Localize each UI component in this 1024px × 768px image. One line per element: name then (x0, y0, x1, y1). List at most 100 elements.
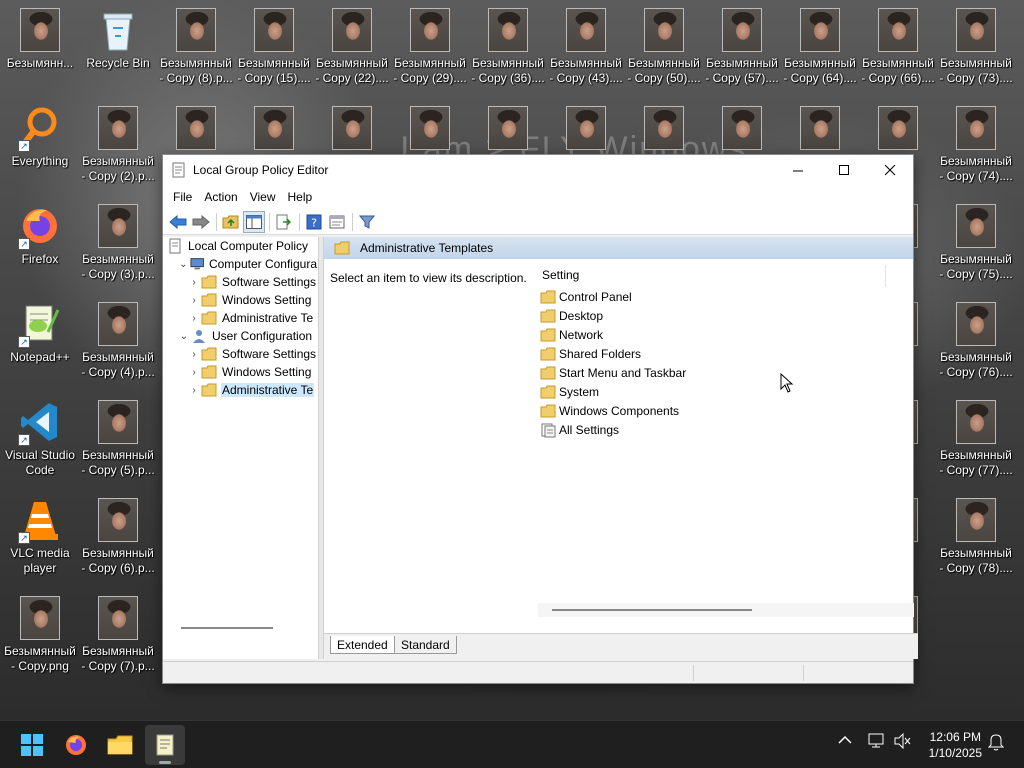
desktop-icon-image-file[interactable]: Безымянный - Copy (75).... (938, 198, 1014, 290)
menu-action[interactable]: Action (198, 190, 243, 204)
settings-list-item[interactable]: Shared Folders (538, 344, 914, 363)
clock[interactable]: 12:06 PM 1/10/2025 (929, 729, 982, 761)
chevron-right-icon[interactable]: › (187, 293, 201, 307)
desktop-icon-vlc[interactable]: ↗ VLC media player (2, 492, 78, 584)
desktop-icon-image-file[interactable]: Безымянный - Copy (66).... (860, 2, 936, 94)
notifications-button[interactable] (987, 733, 1005, 754)
image-thumbnail (410, 8, 450, 52)
forward-button[interactable] (190, 211, 212, 233)
console-tree[interactable]: Local Computer Policy ⌄ Computer Configura… (163, 237, 319, 659)
desktop-icon-everything[interactable]: ↗ Everything (2, 100, 78, 192)
minimize-button[interactable] (775, 155, 821, 185)
tree-node[interactable]: › Administrative Te (163, 381, 318, 399)
desktop-icon-image-file[interactable]: Безымянный - Copy (77).... (938, 394, 1014, 486)
taskbar-group-policy-editor[interactable] (145, 725, 185, 765)
filter-button[interactable] (356, 211, 378, 233)
start-button[interactable] (12, 725, 52, 765)
maximize-button[interactable] (821, 155, 867, 185)
back-button[interactable] (167, 211, 189, 233)
icon-image (644, 106, 684, 150)
show-hidden-icons-button[interactable] (838, 733, 852, 748)
image-thumbnail (410, 106, 450, 150)
icon-label-line2: - Copy (78).... (939, 561, 1013, 575)
up-folder-icon (222, 215, 239, 228)
desktop-icon-image-file[interactable]: Безымянный - Copy (3).p... (80, 198, 156, 290)
desktop-icon-image-file[interactable]: Безымянный - Copy (2).p... (80, 100, 156, 192)
taskbar-file-explorer[interactable] (100, 725, 140, 765)
settings-list-item[interactable]: Control Panel (538, 287, 914, 306)
group-policy-editor-window[interactable]: Local Group Policy Editor File Action Vi… (162, 154, 918, 684)
desktop-icon-image-file[interactable]: Безымянный - Copy (57).... (704, 2, 780, 94)
desktop-icon-image-file[interactable]: Безымянный - Copy (22).... (314, 2, 390, 94)
chevron-right-icon[interactable]: › (187, 275, 201, 289)
tree-node[interactable]: › Windows Setting (163, 363, 318, 381)
desktop-icon-image-file[interactable]: Безымянный - Copy (64).... (782, 2, 858, 94)
network-button[interactable] (868, 733, 886, 752)
view-tabs: Extended Standard (324, 633, 918, 659)
up-folder-button[interactable] (220, 211, 242, 233)
properties-button[interactable] (326, 211, 348, 233)
desktop-icon-image-file[interactable]: Безымянный - Copy (50).... (626, 2, 702, 94)
desktop-icon-vscode[interactable]: ↗ Visual Studio Code (2, 394, 78, 486)
settings-list-item[interactable]: Windows Components (538, 401, 914, 420)
show-hide-tree-button[interactable] (243, 210, 265, 233)
desktop-icon-notepadpp[interactable]: ↗ Notepad++ (2, 296, 78, 388)
desktop-icon-image-file[interactable]: Безымянный - Copy (36).... (470, 2, 546, 94)
tree-node[interactable]: › Administrative Te (163, 309, 318, 327)
tree-node[interactable]: Local Computer Policy (163, 237, 318, 255)
tab-standard[interactable]: Standard (394, 636, 457, 654)
settings-list-item[interactable]: All Settings (538, 420, 914, 439)
tree-node[interactable]: › Software Settings (163, 345, 318, 363)
desktop-icon-image-file[interactable]: Безымянный - Copy (78).... (938, 492, 1014, 584)
settings-list-item[interactable]: System (538, 382, 914, 401)
chevron-down-icon[interactable]: ⌄ (177, 329, 191, 343)
close-button[interactable] (867, 155, 913, 185)
export-list-button[interactable] (273, 211, 295, 233)
setting-column-header[interactable]: Setting (538, 265, 886, 287)
chevron-right-icon[interactable]: › (187, 383, 201, 397)
volume-button[interactable] (894, 732, 912, 752)
tree-node[interactable]: ⌄ Computer Configura (163, 255, 318, 273)
settings-list-item[interactable]: Desktop (538, 306, 914, 325)
icon-image (722, 8, 762, 52)
tab-extended[interactable]: Extended (330, 636, 395, 654)
horizontal-scroll-thumb[interactable] (552, 609, 752, 611)
chevron-right-icon[interactable]: › (187, 311, 201, 325)
desktop-icon-image-file[interactable]: Безымянный - Copy (4).p... (80, 296, 156, 388)
clock-time: 12:06 PM (929, 730, 981, 744)
desktop-icon-image-file[interactable]: Безымянный - Copy (15).... (236, 2, 312, 94)
desktop-icon-recycle-bin[interactable]: Recycle Bin (80, 2, 156, 94)
chevron-right-icon[interactable]: › (187, 365, 201, 379)
desktop-icon-image-file[interactable]: Безымянный - Copy (73).... (938, 2, 1014, 94)
desktop-icon-firefox[interactable]: ↗ Firefox (2, 198, 78, 290)
icon-label-line1: Безымянный (940, 448, 1012, 462)
title-bar[interactable]: Local Group Policy Editor (163, 155, 913, 185)
taskbar-firefox[interactable] (56, 725, 96, 765)
chevron-right-icon[interactable]: › (187, 347, 201, 361)
help-button[interactable]: ? (303, 211, 325, 233)
desktop-icon-image-file[interactable]: Безымянный - Copy (8).p... (158, 2, 234, 94)
menu-view[interactable]: View (244, 190, 282, 204)
image-thumbnail (488, 8, 528, 52)
settings-list-item[interactable]: Start Menu and Taskbar (538, 363, 914, 382)
chevron-down-icon[interactable]: ⌄ (177, 257, 190, 271)
image-thumbnail (98, 596, 138, 640)
tree-node[interactable]: › Windows Setting (163, 291, 318, 309)
tree-node[interactable]: ⌄ User Configuration (163, 327, 318, 345)
desktop-icon-image-file[interactable]: Безымянный - Copy (74).... (938, 100, 1014, 192)
desktop-icon-image-file[interactable]: Безымянный - Copy (5).p... (80, 394, 156, 486)
desktop-icon-image-file[interactable]: Безымянный - Copy (29).... (392, 2, 468, 94)
desktop-icon-image-file[interactable]: Безымянный - Copy (76).... (938, 296, 1014, 388)
desktop-icon-image-file[interactable]: Безымянный - Copy (6).p... (80, 492, 156, 584)
menu-help[interactable]: Help (282, 190, 319, 204)
settings-list-item-label: Start Menu and Taskbar (559, 365, 687, 380)
desktop-icon-image-file[interactable]: Безымянн... (2, 2, 78, 94)
desktop-icon-image-file[interactable]: Безымянный - Copy (7).p... (80, 590, 156, 682)
desktop-icon-image-file[interactable]: Безымянный - Copy (43).... (548, 2, 624, 94)
tree-horizontal-scrollbar[interactable] (181, 627, 273, 629)
desktop-icon-image-file[interactable]: Безымянный - Copy.png (2, 590, 78, 682)
tree-node[interactable]: › Software Settings (163, 273, 318, 291)
menu-file[interactable]: File (167, 190, 198, 204)
settings-list-item[interactable]: Network (538, 325, 914, 344)
image-thumbnail (254, 106, 294, 150)
